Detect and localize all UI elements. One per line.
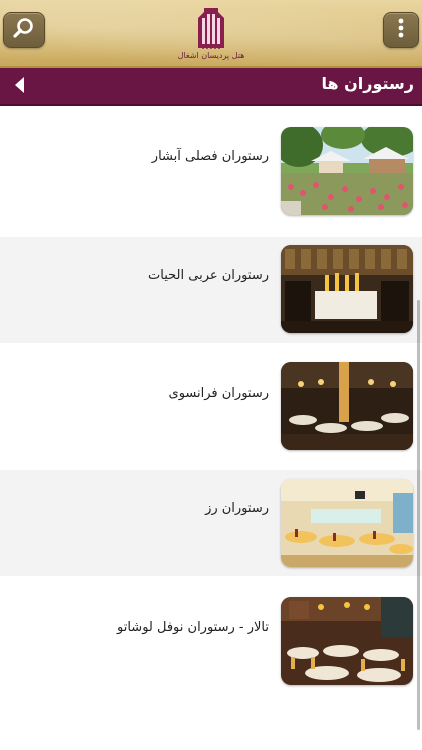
search-button[interactable] [3,12,45,48]
logo-caption: هتل پردیسان اشغال [177,51,245,60]
list-item[interactable]: رستوران رز [0,470,422,576]
french-restaurant-interior-photo [281,362,413,450]
list-item[interactable]: رستوران فرانسوی [0,343,422,470]
back-button[interactable] [8,76,30,98]
page-title: رستوران ها [321,74,414,93]
title-bar: رستوران ها [0,68,422,106]
restaurant-name: تالار - رستوران نوفل لوشاتو [117,620,269,635]
scrollbar[interactable] [417,300,420,730]
back-arrow-icon [13,76,25,98]
list-item[interactable]: رستوران عربی الحیات [0,237,422,343]
hotel-logo: هتل پردیسان اشغال [178,4,244,62]
restaurant-name: رستوران عربی الحیات [148,268,269,283]
search-icon [12,16,36,44]
restaurant-name: رستوران فرانسوی [168,386,269,401]
restaurant-name: رستوران فصلی آبشار [151,149,269,164]
restaurant-name: رستوران رز [205,501,269,516]
banquet-hall-photo [281,479,413,567]
vertical-dots-icon [396,17,406,43]
list-item[interactable]: تالار - رستوران نوفل لوشاتو [0,576,422,726]
outdoor-garden-restaurant-photo [281,127,413,215]
list-item[interactable]: رستوران فصلی آبشار [0,106,422,237]
hall-restaurant-photo [281,597,413,685]
app-header: هتل پردیسان اشغال [0,0,422,68]
arabic-restaurant-interior-photo [281,245,413,333]
menu-button[interactable] [383,12,419,48]
